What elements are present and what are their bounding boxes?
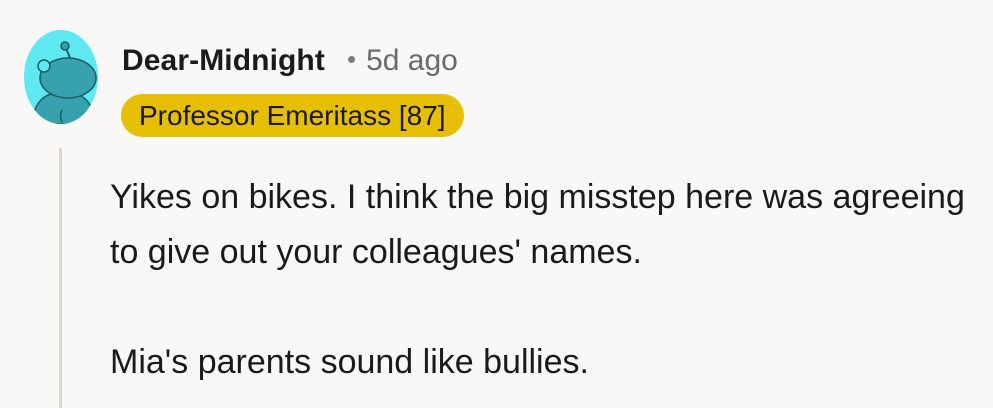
username-link[interactable]: Dear-Midnight [122,44,325,78]
thread-line[interactable] [59,148,62,408]
avatar[interactable] [24,30,98,124]
timestamp-link[interactable]: 5d ago [366,44,458,78]
comment: Dear-Midnight • 5d ago Professor Emerita… [0,0,993,408]
comment-header: Dear-Midnight • 5d ago [122,40,458,82]
user-flair-badge: Professor Emeritass [87] [121,94,464,137]
comment-paragraph: Mia's parents sound like bullies. [110,343,589,381]
meta-separator: • [346,43,357,74]
comment-body: Yikes on bikes. I think the big misstep … [110,170,985,390]
comment-paragraph: Yikes on bikes. I think the big misstep … [110,178,965,271]
reddit-snoo-avatar-icon [24,30,98,124]
